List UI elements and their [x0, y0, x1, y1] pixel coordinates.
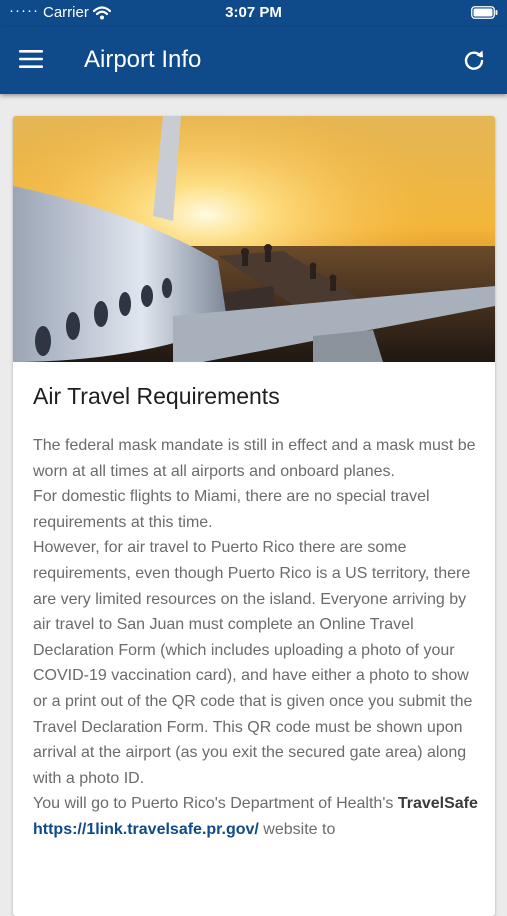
- battery-icon: [471, 6, 498, 19]
- paragraph-suffix: website to: [263, 820, 336, 838]
- paragraph-mask-mandate: The federal mask mandate is still in eff…: [33, 437, 476, 480]
- status-bar: ····· Carrier 3:07 PM: [0, 0, 507, 27]
- paragraph-puerto-rico: However, for air travel to Puerto Rico t…: [33, 539, 473, 787]
- hamburger-menu-icon[interactable]: [19, 49, 43, 69]
- paragraph-domestic-flights: For domestic flights to Miami, there are…: [33, 488, 430, 531]
- app-header: Airport Info: [0, 27, 507, 94]
- article-body: The federal mask mandate is still in eff…: [33, 433, 481, 843]
- status-time: 3:07 PM: [225, 4, 282, 21]
- airplane-sunset-image: [13, 116, 495, 362]
- refresh-icon[interactable]: [463, 49, 485, 71]
- travelsafe-label: TravelSafe: [397, 795, 478, 813]
- travelsafe-link[interactable]: https://1link.travelsafe.pr.gov/: [33, 821, 259, 838]
- paragraph-prefix: You will go to Puerto Rico's Department …: [33, 795, 394, 813]
- article-title: Air Travel Requirements: [33, 383, 280, 409]
- article-card: Air Travel Requirements The federal mask…: [13, 116, 495, 916]
- page-title: Airport Info: [84, 46, 202, 73]
- paragraph-travelsafe: You will go to Puerto Rico's Department …: [33, 791, 481, 842]
